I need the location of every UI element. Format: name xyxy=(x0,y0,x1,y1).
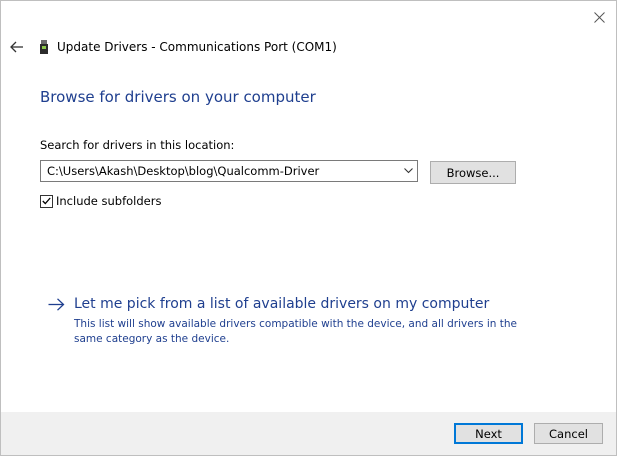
close-button[interactable] xyxy=(587,5,611,29)
dialog-footer: Next Cancel xyxy=(1,412,616,455)
checkmark-icon xyxy=(42,197,51,205)
driver-path-value[interactable]: C:\Users\Akash\Desktop\blog\Qualcomm-Dri… xyxy=(41,164,399,178)
chevron-down-icon xyxy=(403,168,413,174)
cancel-button[interactable]: Cancel xyxy=(534,423,603,444)
page-heading: Browse for drivers on your computer xyxy=(40,88,316,106)
back-arrow-icon xyxy=(10,41,23,53)
include-subfolders-label: Include subfolders xyxy=(56,194,162,208)
window-title: Update Drivers - Communications Port (CO… xyxy=(57,40,337,54)
pick-from-list-description: This list will show available drivers co… xyxy=(74,318,517,345)
driver-path-combobox[interactable]: C:\Users\Akash\Desktop\blog\Qualcomm-Dri… xyxy=(40,160,418,182)
close-icon xyxy=(593,11,605,23)
browse-button[interactable]: Browse... xyxy=(430,161,516,184)
path-dropdown-button[interactable] xyxy=(399,161,417,181)
next-button[interactable]: Next xyxy=(454,423,523,444)
window-header: Update Drivers - Communications Port (CO… xyxy=(9,37,337,57)
pick-from-list-link[interactable]: Let me pick from a list of available dri… xyxy=(47,296,489,312)
back-button[interactable] xyxy=(9,39,25,55)
device-icon xyxy=(39,39,49,55)
search-location-label: Search for drivers in this location: xyxy=(40,138,235,152)
include-subfolders-checkbox[interactable] xyxy=(40,194,53,208)
include-subfolders-option[interactable]: Include subfolders xyxy=(40,194,161,208)
pick-from-list-label[interactable]: Let me pick from a list of available dri… xyxy=(74,296,489,312)
update-drivers-window: Update Drivers - Communications Port (CO… xyxy=(0,0,617,456)
arrow-right-icon xyxy=(47,296,65,312)
